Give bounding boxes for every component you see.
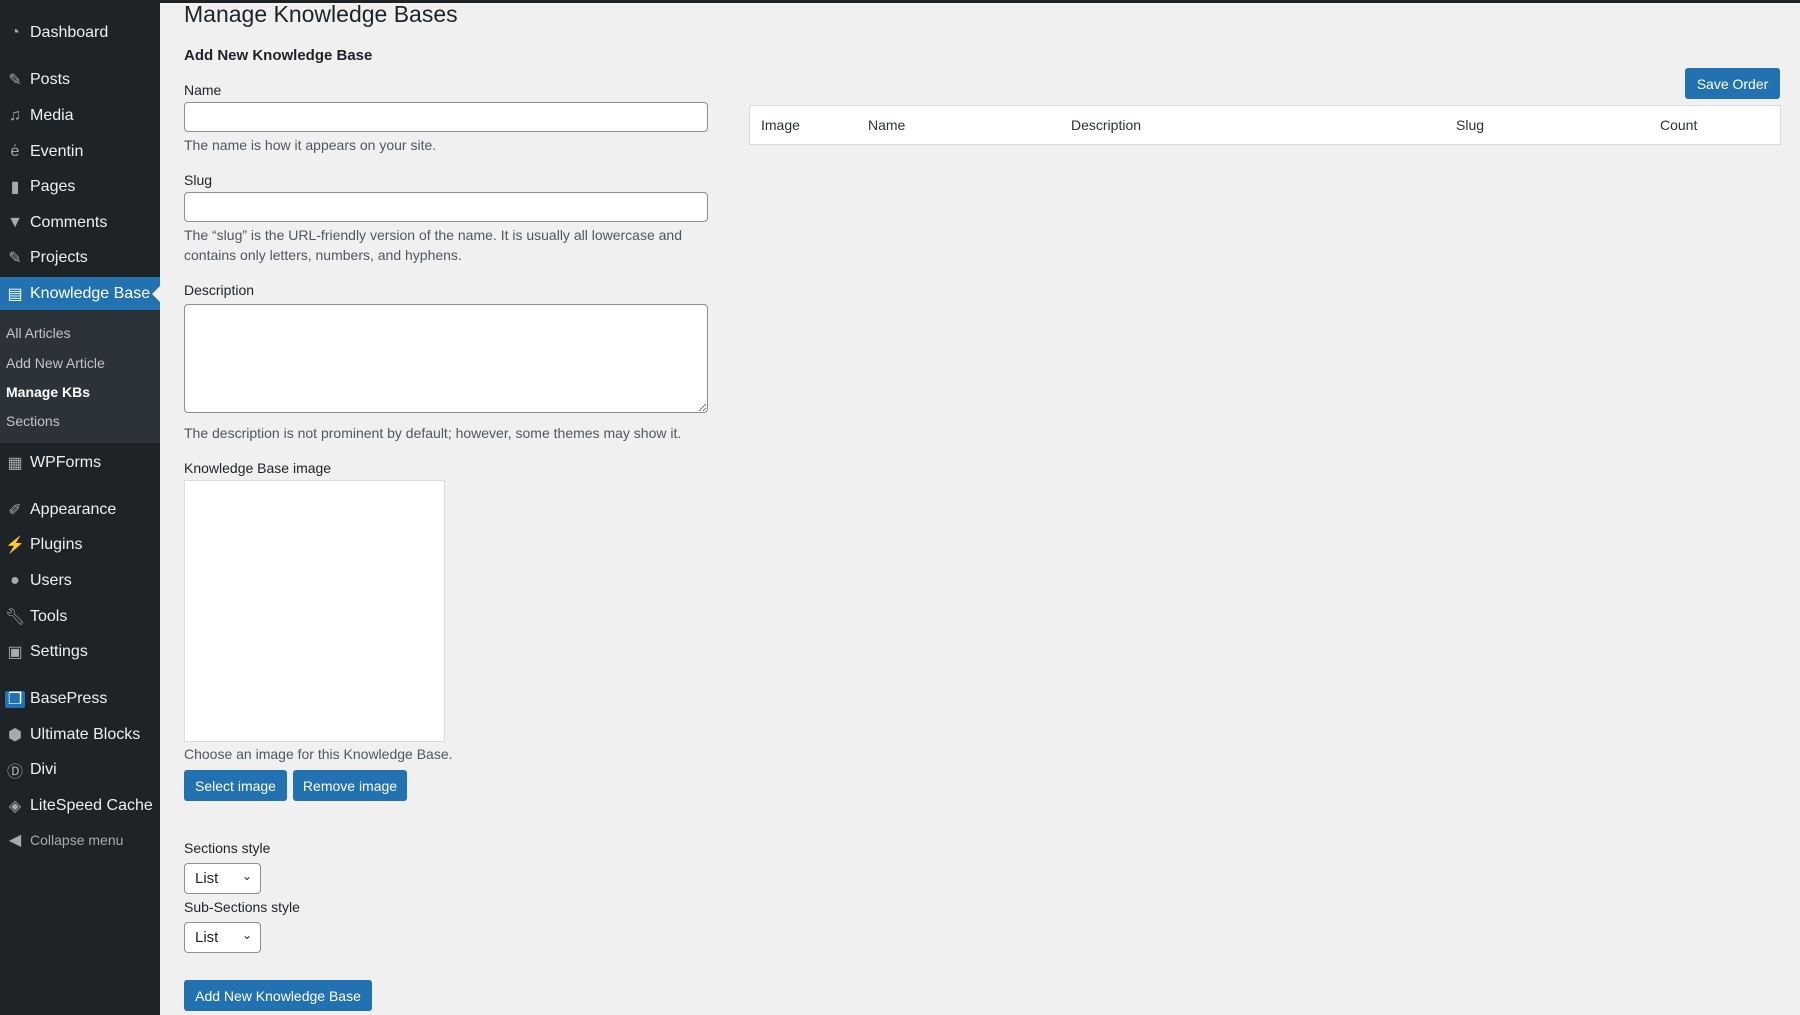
submenu-all-articles[interactable]: All Articles — [6, 325, 71, 341]
brush-icon: ✐ — [8, 502, 22, 519]
image-label: Knowledge Base image — [184, 460, 332, 476]
save-order-button[interactable]: Save Order — [1685, 68, 1780, 99]
eventin-icon: ė — [10, 143, 20, 160]
add-knowledge-base-button[interactable]: Add New Knowledge Base — [184, 980, 372, 1011]
menu-label: Ultimate Blocks — [30, 726, 141, 743]
column-name: Name — [868, 117, 906, 133]
menu-label: LiteSpeed Cache — [30, 797, 153, 814]
menu-label: Knowledge Base — [30, 285, 151, 302]
description-textarea[interactable] — [184, 304, 708, 413]
media-icon: ♫ — [9, 107, 21, 124]
menu-plugins[interactable]: ⚡ Plugins — [0, 528, 160, 562]
select-value: List — [195, 929, 219, 946]
dashboard-icon: ◔ — [10, 24, 20, 41]
slug-input[interactable] — [184, 192, 708, 222]
menu-label: Tools — [30, 608, 68, 625]
collapse-icon: ◀ — [8, 832, 22, 849]
menu-projects[interactable]: ✎ Projects — [0, 241, 160, 275]
image-preview — [184, 480, 445, 742]
submenu-add-new-article[interactable]: Add New Article — [6, 355, 105, 371]
submenu-sections[interactable]: Sections — [6, 413, 60, 429]
menu-label: Settings — [30, 643, 88, 660]
sections-style-select[interactable]: List ⌄ — [184, 863, 261, 894]
column-description: Description — [1071, 117, 1142, 133]
image-help: Choose an image for this Knowledge Base. — [184, 746, 453, 762]
knowledge-base-submenu: All Articles Add New Article Manage KBs … — [0, 310, 160, 443]
name-help: The name is how it appears on your site. — [184, 137, 437, 153]
subsections-style-select[interactable]: List ⌄ — [184, 922, 261, 953]
pin-icon: ✎ — [8, 250, 22, 267]
column-image: Image — [761, 117, 800, 133]
description-help: The description is not prominent by defa… — [184, 425, 682, 441]
remove-image-button[interactable]: Remove image — [293, 770, 407, 801]
sections-style-label: Sections style — [184, 840, 271, 856]
document-icon: ▤ — [7, 286, 23, 303]
subsections-style-label: Sub-Sections style — [184, 899, 300, 915]
select-value: List — [195, 870, 219, 887]
hexagon-icon: ⬢ — [8, 727, 22, 744]
chevron-down-icon: ⌄ — [241, 928, 252, 942]
menu-label: Appearance — [30, 501, 117, 518]
menu-label: Posts — [30, 71, 71, 88]
menu-label: BasePress — [30, 690, 108, 707]
menu-appearance[interactable]: ✐ Appearance — [0, 493, 160, 527]
select-image-button[interactable]: Select image — [184, 770, 287, 801]
pin-icon: ✎ — [8, 72, 22, 89]
column-count: Count — [1660, 117, 1698, 133]
menu-dashboard[interactable]: ◔ Dashboard — [0, 16, 160, 50]
page-title: Manage Knowledge Bases — [184, 1, 458, 27]
comment-icon: ▼ — [7, 214, 23, 231]
book-icon: ❐ — [0, 689, 30, 709]
menu-divi[interactable]: Ⓓ Divi — [0, 753, 160, 787]
menu-basepress[interactable]: ❐ BasePress — [0, 682, 160, 716]
menu-pages[interactable]: ▮ Pages — [0, 170, 160, 204]
plug-icon: ⚡ — [5, 537, 25, 554]
wrench-icon: 🔧︎ — [4, 609, 26, 626]
menu-label: Media — [30, 107, 74, 124]
menu-label: Collapse menu — [30, 832, 124, 848]
column-slug: Slug — [1456, 117, 1485, 133]
menu-label: Pages — [30, 178, 76, 195]
user-icon: ● — [10, 572, 20, 589]
menu-label: Comments — [30, 214, 108, 231]
slug-help: The “slug” is the URL-friendly version o… — [184, 227, 682, 263]
menu-tools[interactable]: 🔧︎ Tools — [0, 600, 160, 634]
menu-wpforms[interactable]: ▦ WPForms — [0, 446, 160, 480]
description-label: Description — [184, 282, 255, 298]
admin-sidebar: ◔ Dashboard ✎ Posts ♫ Media ė Eventin ▮ Pages… — [0, 0, 160, 1015]
pages-icon: ▮ — [10, 179, 20, 196]
menu-label: Users — [30, 572, 72, 589]
menu-label: Dashboard — [30, 24, 109, 41]
menu-ultimate-blocks[interactable]: ⬢ Ultimate Blocks — [0, 718, 160, 752]
name-label: Name — [184, 82, 222, 98]
menu-label: Eventin — [30, 143, 84, 160]
menu-media[interactable]: ♫ Media — [0, 99, 160, 133]
form-icon: ▦ — [7, 455, 23, 472]
menu-label: Projects — [30, 249, 88, 266]
menu-litespeed-cache[interactable]: ◈ LiteSpeed Cache — [0, 789, 160, 823]
menu-label: WPForms — [30, 454, 102, 471]
slug-label: Slug — [184, 172, 213, 188]
menu-users[interactable]: ● Users — [0, 564, 160, 598]
divi-icon: Ⓓ — [6, 764, 23, 781]
menu-eventin[interactable]: ė Eventin — [0, 135, 160, 169]
menu-knowledge-base[interactable]: ▤ Knowledge Base — [0, 277, 160, 311]
chevron-down-icon: ⌄ — [241, 869, 252, 883]
name-input[interactable] — [184, 102, 708, 132]
menu-label: Plugins — [30, 536, 83, 553]
settings-icon: ▣ — [7, 644, 23, 661]
collapse-menu-button[interactable]: ◀ Collapse menu — [0, 823, 160, 857]
submenu-manage-kbs[interactable]: Manage KBs — [6, 384, 90, 400]
menu-label: Divi — [30, 761, 57, 778]
diamond-icon: ◈ — [8, 798, 22, 815]
form-title: Add New Knowledge Base — [184, 47, 373, 64]
menu-comments[interactable]: ▼ Comments — [0, 206, 160, 240]
menu-settings[interactable]: ▣ Settings — [0, 635, 160, 669]
knowledge-bases-table: Image Name Description Slug Count — [749, 105, 1781, 145]
menu-posts[interactable]: ✎ Posts — [0, 63, 160, 97]
